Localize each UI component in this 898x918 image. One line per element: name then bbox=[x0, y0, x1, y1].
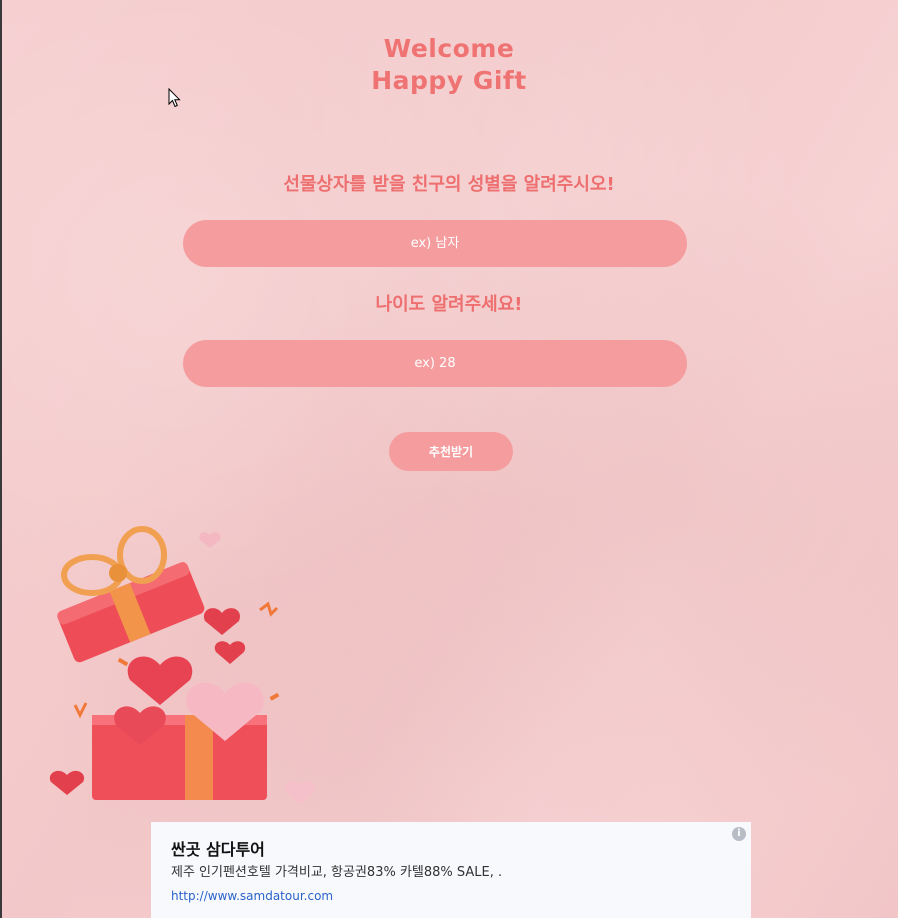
title-line-happy-gift: Happy Gift bbox=[371, 66, 527, 95]
ad-title[interactable]: 싼곳 삼다투어 bbox=[171, 839, 731, 861]
ad-url-link[interactable]: http://www.samdatour.com bbox=[171, 888, 333, 905]
page-title: Welcome Happy Gift bbox=[0, 33, 898, 97]
ad-description: 제주 인기펜션호텔 가격비교, 항공권83% 카텔88% SALE, . bbox=[171, 865, 503, 880]
gift-box-hearts-illustration bbox=[49, 526, 316, 804]
age-input[interactable] bbox=[183, 340, 687, 387]
title-line-welcome: Welcome bbox=[383, 34, 515, 63]
info-icon[interactable]: i bbox=[732, 827, 746, 841]
gender-input[interactable] bbox=[183, 220, 687, 267]
window-edge bbox=[0, 0, 2, 918]
recommend-button[interactable]: 추천받기 bbox=[389, 432, 513, 471]
mouse-pointer-icon bbox=[168, 88, 181, 108]
advertisement-banner[interactable]: i 싼곳 삼다투어 제주 인기펜션호텔 가격비교, 항공권83% 카텔88% S… bbox=[151, 822, 751, 918]
gender-question: 선물상자를 받을 친구의 성별을 알려주시오! bbox=[283, 174, 615, 195]
age-question: 나이도 알려주세요! bbox=[375, 294, 523, 315]
